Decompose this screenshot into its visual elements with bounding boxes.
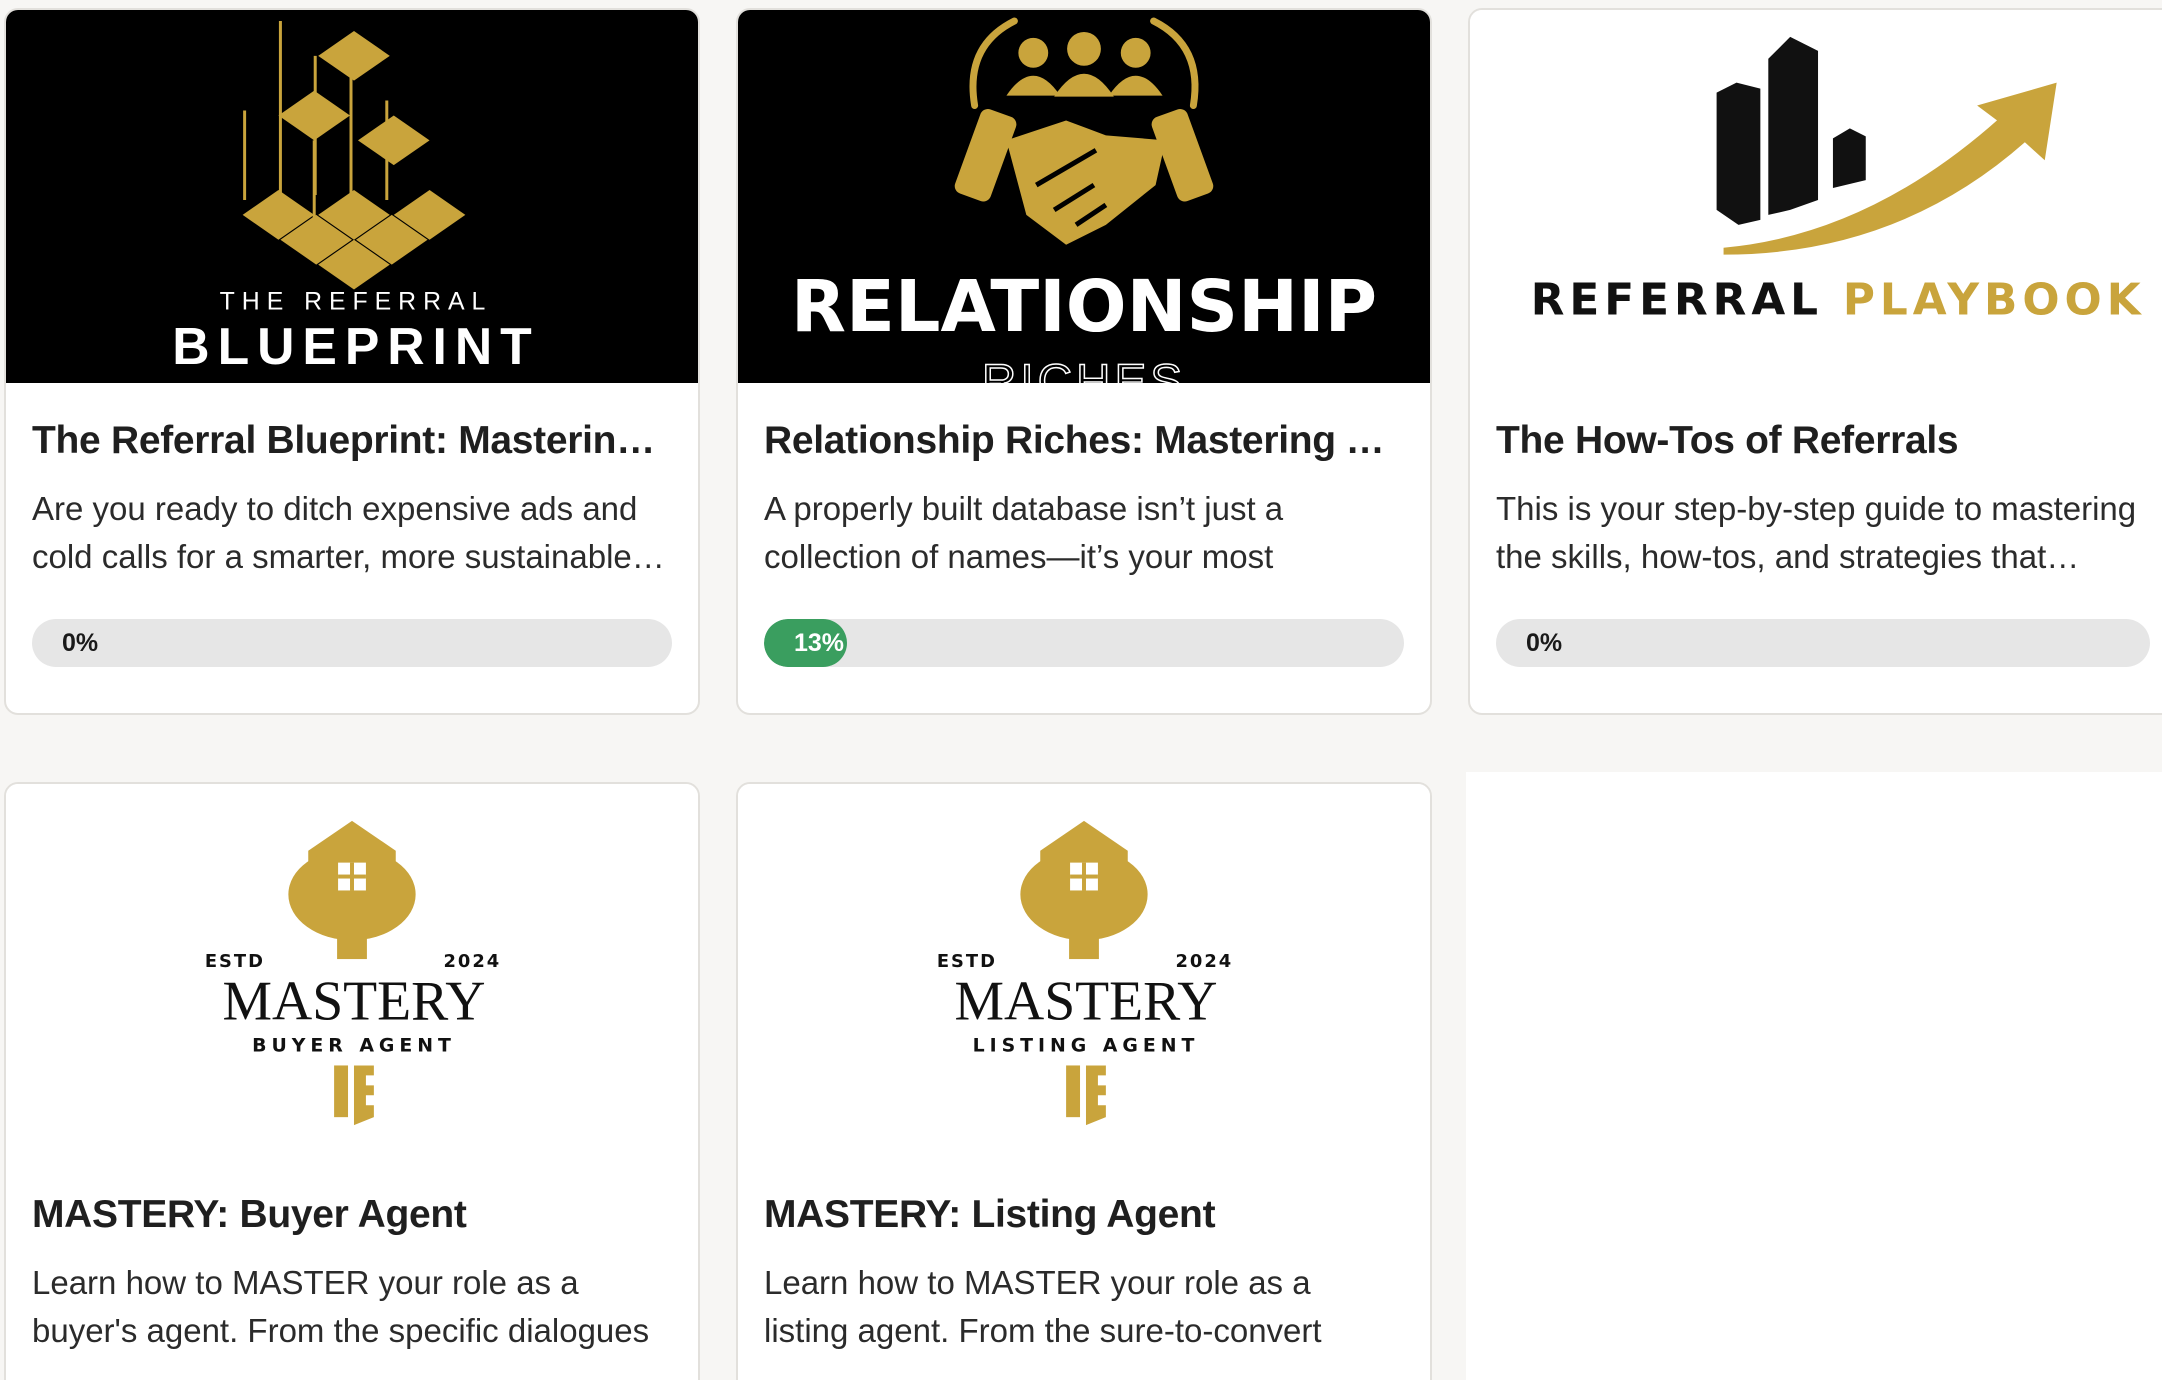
logo-sub: LISTING AGENT	[973, 1035, 1200, 1057]
course-description: A properly built database isn’t just a c…	[764, 490, 1284, 575]
course-thumbnail[interactable]: ESTD 2024 MASTERY BUYER AGENT	[6, 784, 698, 1157]
logo-word2: PLAYBOOK	[1843, 274, 2146, 325]
course-thumbnail[interactable]: ESTD 2024 MASTERY LISTING AGENT	[738, 784, 1430, 1157]
logo-estd: ESTD	[205, 951, 265, 972]
logo-word1: REFERRAL	[1531, 274, 1823, 325]
logo-estd: ESTD	[937, 951, 997, 972]
course-description: Are you ready to ditch expensive ads and…	[32, 490, 665, 575]
buildings-icon	[1716, 36, 1866, 225]
course-title[interactable]: MASTERY: Buyer Agent	[32, 1191, 672, 1239]
course-title[interactable]: MASTERY: Listing Agent	[764, 1191, 1404, 1239]
course-card-referral-playbook[interactable]: REFERRAL PLAYBOOK The How-Tos of Referra…	[1468, 8, 2162, 715]
mastery-buyer-agent-logo: ESTD 2024 MASTERY BUYER AGENT	[205, 820, 501, 1126]
progress-bar: 0%	[1496, 619, 2150, 667]
referral-blueprint-logo: THE REFERRAL BLUEPRINT	[172, 21, 539, 375]
progress-label: 0%	[1526, 629, 1563, 657]
course-thumbnail[interactable]: RELATIONSHIP RICHES	[738, 10, 1430, 383]
referral-playbook-logo: REFERRAL PLAYBOOK	[1531, 36, 2146, 325]
logo-text-line1: RELATIONSHIP	[791, 265, 1377, 348]
mastery-listing-agent-logo: ESTD 2024 MASTERY LISTING AGENT	[937, 820, 1233, 1126]
course-card-relationship-riches[interactable]: RELATIONSHIP RICHES Relationship Riches:…	[736, 8, 1432, 715]
course-card-referral-blueprint[interactable]: THE REFERRAL BLUEPRINT The Referral Blue…	[4, 8, 700, 715]
course-grid: THE REFERRAL BLUEPRINT The Referral Blue…	[0, 0, 2162, 1380]
empty-grid-cell	[1466, 772, 2162, 1380]
course-title[interactable]: The How-Tos of Referrals	[1496, 417, 2150, 465]
logo-text-line2: RICHES	[982, 355, 1186, 383]
people-icon	[1006, 31, 1163, 97]
logo-text-line1: THE REFERRAL	[220, 288, 493, 315]
course-thumbnail[interactable]: THE REFERRAL BLUEPRINT	[6, 10, 698, 383]
course-thumbnail[interactable]: REFERRAL PLAYBOOK	[1470, 10, 2162, 383]
course-title[interactable]: The Referral Blueprint: Mastering …	[32, 417, 672, 465]
handshake-icon	[954, 108, 1214, 245]
course-card-mastery-buyer-agent[interactable]: ESTD 2024 MASTERY BUYER AGENT MASTERY: B…	[4, 782, 700, 1380]
logo-year: 2024	[1175, 951, 1233, 972]
course-description: Learn how to MASTER your role as a buyer…	[32, 1264, 650, 1349]
logo-main: MASTERY	[955, 971, 1218, 1033]
logo-text-line2: BLUEPRINT	[172, 317, 539, 375]
course-description: This is your step-by-step guide to maste…	[1496, 490, 2137, 575]
progress-bar: 13%	[764, 619, 1404, 667]
logo-year: 2024	[443, 951, 501, 972]
course-title[interactable]: Relationship Riches: Mastering Y…	[764, 417, 1404, 465]
relationship-riches-logo: RELATIONSHIP RICHES	[791, 17, 1377, 383]
progress-bar: 0%	[32, 619, 672, 667]
logo-main: MASTERY	[223, 971, 486, 1033]
course-card-mastery-listing-agent[interactable]: ESTD 2024 MASTERY LISTING AGENT MASTERY:…	[736, 782, 1432, 1380]
course-description: Learn how to MASTER your role as a listi…	[764, 1264, 1322, 1349]
progress-label: 0%	[62, 629, 99, 657]
progress-label: 13%	[794, 629, 845, 657]
logo-sub: BUYER AGENT	[252, 1035, 456, 1057]
